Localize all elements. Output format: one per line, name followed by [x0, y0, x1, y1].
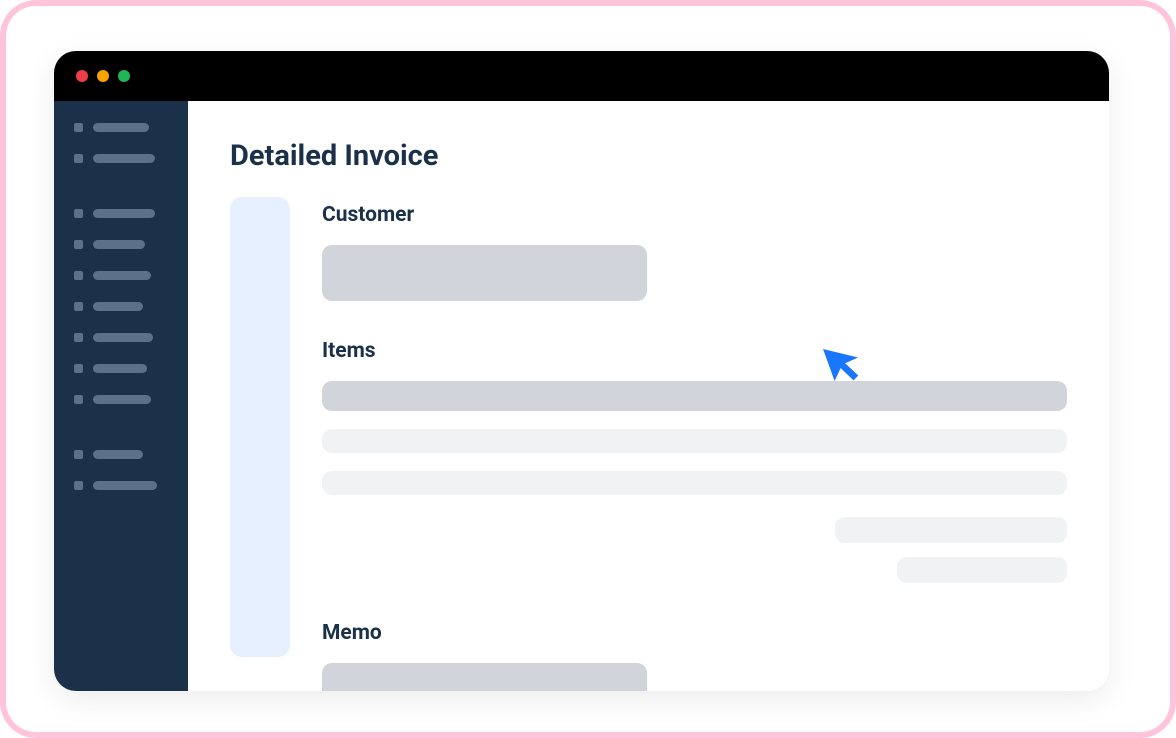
items-summary [322, 517, 1067, 583]
customer-input[interactable] [322, 245, 647, 301]
summary-row [897, 557, 1067, 583]
customer-label: Customer [322, 203, 1067, 227]
maximize-window-button[interactable] [118, 70, 130, 82]
nav-label-placeholder [93, 154, 155, 163]
items-section: Items [322, 339, 1067, 583]
nav-icon [74, 123, 83, 132]
sidebar-item[interactable] [74, 123, 188, 132]
form-content: Customer Items [322, 197, 1067, 691]
nav-label-placeholder [93, 450, 143, 459]
sidebar-item[interactable] [74, 240, 188, 249]
sidebar-item[interactable] [74, 154, 188, 163]
sidebar-group-1 [74, 123, 188, 163]
nav-icon [74, 154, 83, 163]
sidebar-group-3 [74, 450, 188, 490]
nav-label-placeholder [93, 395, 151, 404]
items-table [322, 381, 1067, 495]
nav-icon [74, 240, 83, 249]
nav-icon [74, 333, 83, 342]
nav-label-placeholder [93, 302, 143, 311]
item-row[interactable] [322, 429, 1067, 453]
nav-icon [74, 395, 83, 404]
sidebar-item[interactable] [74, 333, 188, 342]
customer-section: Customer [322, 203, 1067, 301]
memo-section: Memo [322, 621, 1067, 691]
vertical-tab-panel[interactable] [230, 197, 290, 657]
outer-frame: Detailed Invoice Customer [0, 0, 1176, 738]
content-area: Detailed Invoice Customer [188, 101, 1109, 691]
nav-icon [74, 209, 83, 218]
nav-icon [74, 364, 83, 373]
sidebar-item[interactable] [74, 450, 188, 459]
nav-label-placeholder [93, 364, 147, 373]
sidebar-item[interactable] [74, 209, 188, 218]
sidebar [54, 101, 188, 691]
inner-frame: Detailed Invoice Customer [6, 6, 1170, 732]
page-title: Detailed Invoice [230, 139, 1067, 173]
cursor-icon [823, 339, 871, 387]
items-header-row [322, 381, 1067, 411]
memo-input[interactable] [322, 663, 647, 691]
sidebar-group-2 [74, 209, 188, 404]
sidebar-item[interactable] [74, 364, 188, 373]
close-window-button[interactable] [76, 70, 88, 82]
sidebar-item[interactable] [74, 271, 188, 280]
nav-icon [74, 302, 83, 311]
nav-icon [74, 271, 83, 280]
nav-icon [74, 450, 83, 459]
sidebar-item[interactable] [74, 481, 188, 490]
items-label: Items [322, 339, 1067, 363]
title-bar [54, 51, 1109, 101]
summary-row [835, 517, 1067, 543]
sidebar-item[interactable] [74, 302, 188, 311]
nav-label-placeholder [93, 333, 153, 342]
minimize-window-button[interactable] [97, 70, 109, 82]
app-body: Detailed Invoice Customer [54, 101, 1109, 691]
browser-window: Detailed Invoice Customer [54, 51, 1109, 691]
memo-label: Memo [322, 621, 1067, 645]
nav-label-placeholder [93, 481, 157, 490]
nav-label-placeholder [93, 209, 155, 218]
nav-icon [74, 481, 83, 490]
nav-label-placeholder [93, 240, 145, 249]
form-area: Customer Items [230, 197, 1067, 691]
item-row[interactable] [322, 471, 1067, 495]
nav-label-placeholder [93, 123, 149, 132]
sidebar-item[interactable] [74, 395, 188, 404]
nav-label-placeholder [93, 271, 151, 280]
